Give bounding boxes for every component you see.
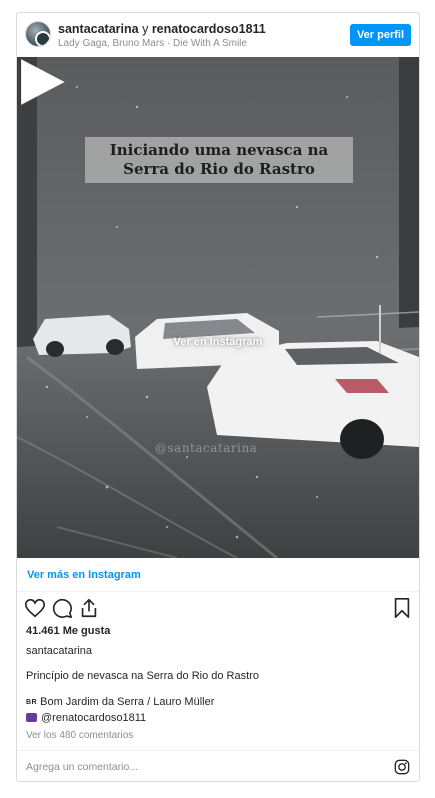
- heart-icon[interactable]: [24, 597, 46, 619]
- camera-emoji-icon: [26, 713, 37, 722]
- snow-scene-image: [17, 57, 419, 558]
- view-on-instagram-label[interactable]: Ver en Instagram: [17, 336, 419, 348]
- instagram-embed-card: santacatarina y renatocardoso1811 Lady G…: [16, 12, 420, 782]
- mention-link[interactable]: @renatocardoso1811: [41, 712, 146, 724]
- post-header: santacatarina y renatocardoso1811 Lady G…: [17, 13, 419, 57]
- view-profile-button[interactable]: Ver perfil: [350, 24, 411, 46]
- share-icon[interactable]: [78, 597, 100, 619]
- overlay-line-1: Iniciando uma nevasca na: [109, 141, 329, 159]
- play-icon[interactable]: [17, 57, 67, 107]
- author-connector: y: [138, 22, 152, 36]
- view-more-section: Ver más en Instagram: [17, 558, 419, 592]
- add-comment-bar: Agrega un comentario...: [17, 750, 419, 781]
- bookmark-icon[interactable]: [391, 597, 413, 619]
- video-media[interactable]: Iniciando uma nevasca na Serra do Rio do…: [17, 57, 419, 558]
- video-watermark: @santacatarina: [155, 441, 258, 455]
- overlay-line-2: Serra do Rio do Rastro: [123, 160, 315, 178]
- audio-label[interactable]: Lady Gaga, Bruno Mars · Die With A Smile: [58, 38, 247, 50]
- caption-username[interactable]: santacatarina: [26, 645, 92, 657]
- add-comment-input[interactable]: Agrega un comentario...: [26, 761, 138, 773]
- action-bar: [17, 593, 419, 623]
- view-comments-link[interactable]: Ver los 480 comentarios: [26, 730, 133, 741]
- location-line: BR Bom Jardim da Serra / Lauro Müller: [26, 696, 214, 708]
- post-caption: Princípio de nevasca na Serra do Rio do …: [26, 670, 259, 682]
- location-text: Bom Jardim da Serra / Lauro Müller: [40, 696, 215, 708]
- video-text-overlay: Iniciando uma nevasca na Serra do Rio do…: [85, 137, 353, 183]
- comment-icon[interactable]: [51, 597, 73, 619]
- owner-username[interactable]: santacatarina: [58, 22, 139, 36]
- author-line: santacatarina y renatocardoso1811: [58, 22, 266, 37]
- avatar[interactable]: [25, 21, 51, 47]
- like-count[interactable]: 41.461 Me gusta: [26, 625, 110, 637]
- view-more-link[interactable]: Ver más en Instagram: [27, 569, 141, 581]
- mention-line: @renatocardoso1811: [26, 712, 146, 724]
- coauthor-username[interactable]: renatocardoso1811: [152, 22, 266, 36]
- brazil-flag-icon: BR: [26, 699, 38, 706]
- instagram-logo-icon[interactable]: [394, 759, 410, 775]
- coauthor-avatar: [35, 31, 50, 46]
